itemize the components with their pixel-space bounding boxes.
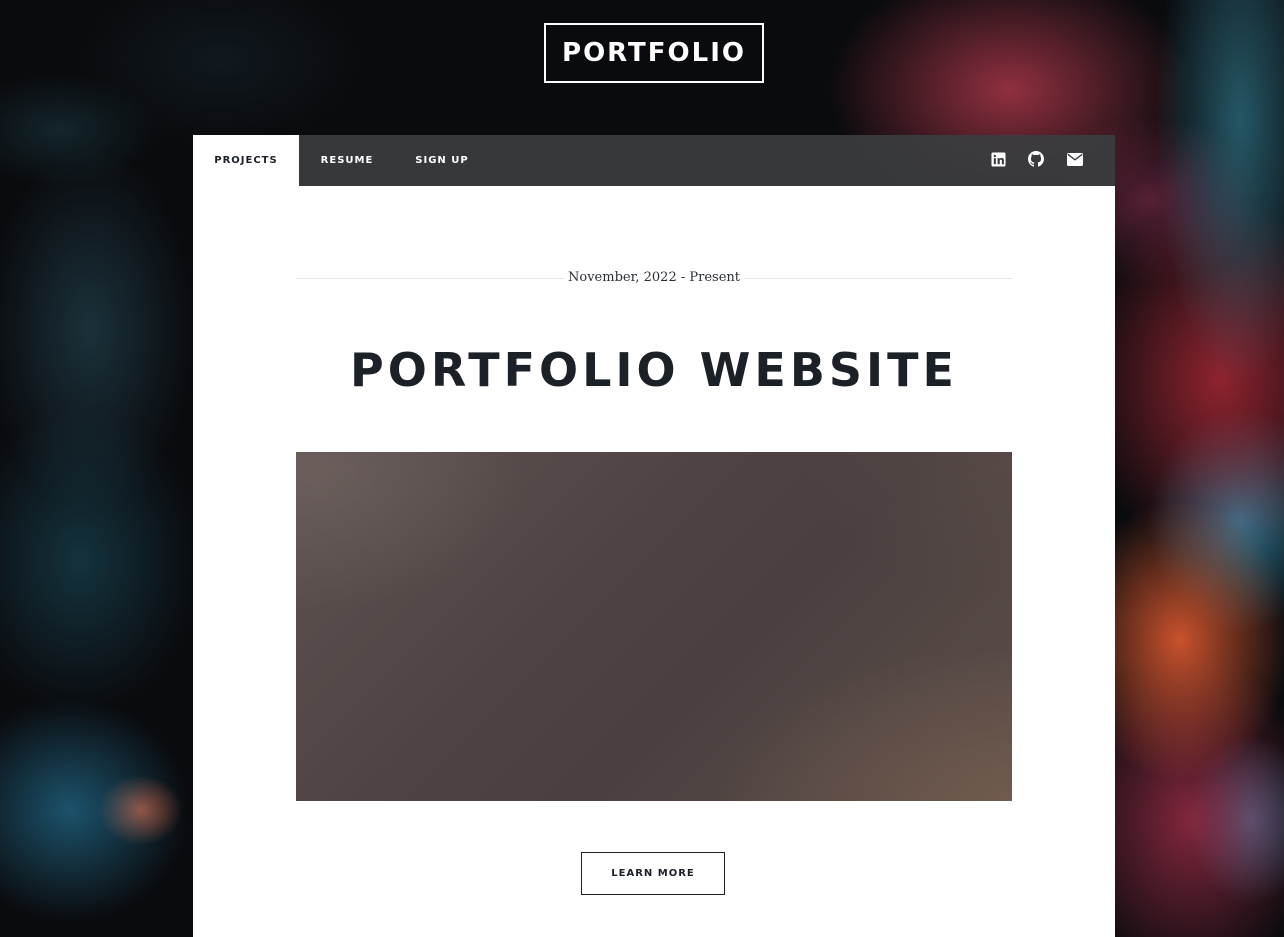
main-nav: PROJECTS RESUME SIGN UP: [193, 135, 1115, 186]
nav-link-projects[interactable]: PROJECTS: [193, 135, 299, 186]
page: PORTFOLIO PROJECTS RESUME SIGN UP Novemb…: [0, 0, 1284, 937]
nav-link-resume[interactable]: RESUME: [299, 135, 395, 186]
project-title[interactable]: PORTFOLIO WEBSITE: [193, 340, 1115, 400]
project-date: November, 2022 - Present: [564, 270, 744, 285]
envelope-icon[interactable]: [1066, 150, 1084, 168]
project-card: November, 2022 - Present PORTFOLIO WEBSI…: [193, 186, 1115, 937]
project-image[interactable]: [296, 452, 1012, 801]
site-title[interactable]: PORTFOLIO: [544, 23, 764, 83]
learn-more-button[interactable]: LEARN MORE: [581, 852, 725, 895]
linkedin-icon[interactable]: [989, 150, 1007, 168]
github-icon[interactable]: [1027, 150, 1045, 168]
nav-link-sign-up[interactable]: SIGN UP: [395, 135, 489, 186]
date-divider: November, 2022 - Present: [296, 268, 1012, 288]
date-wrapper: November, 2022 - Present: [296, 268, 1012, 288]
